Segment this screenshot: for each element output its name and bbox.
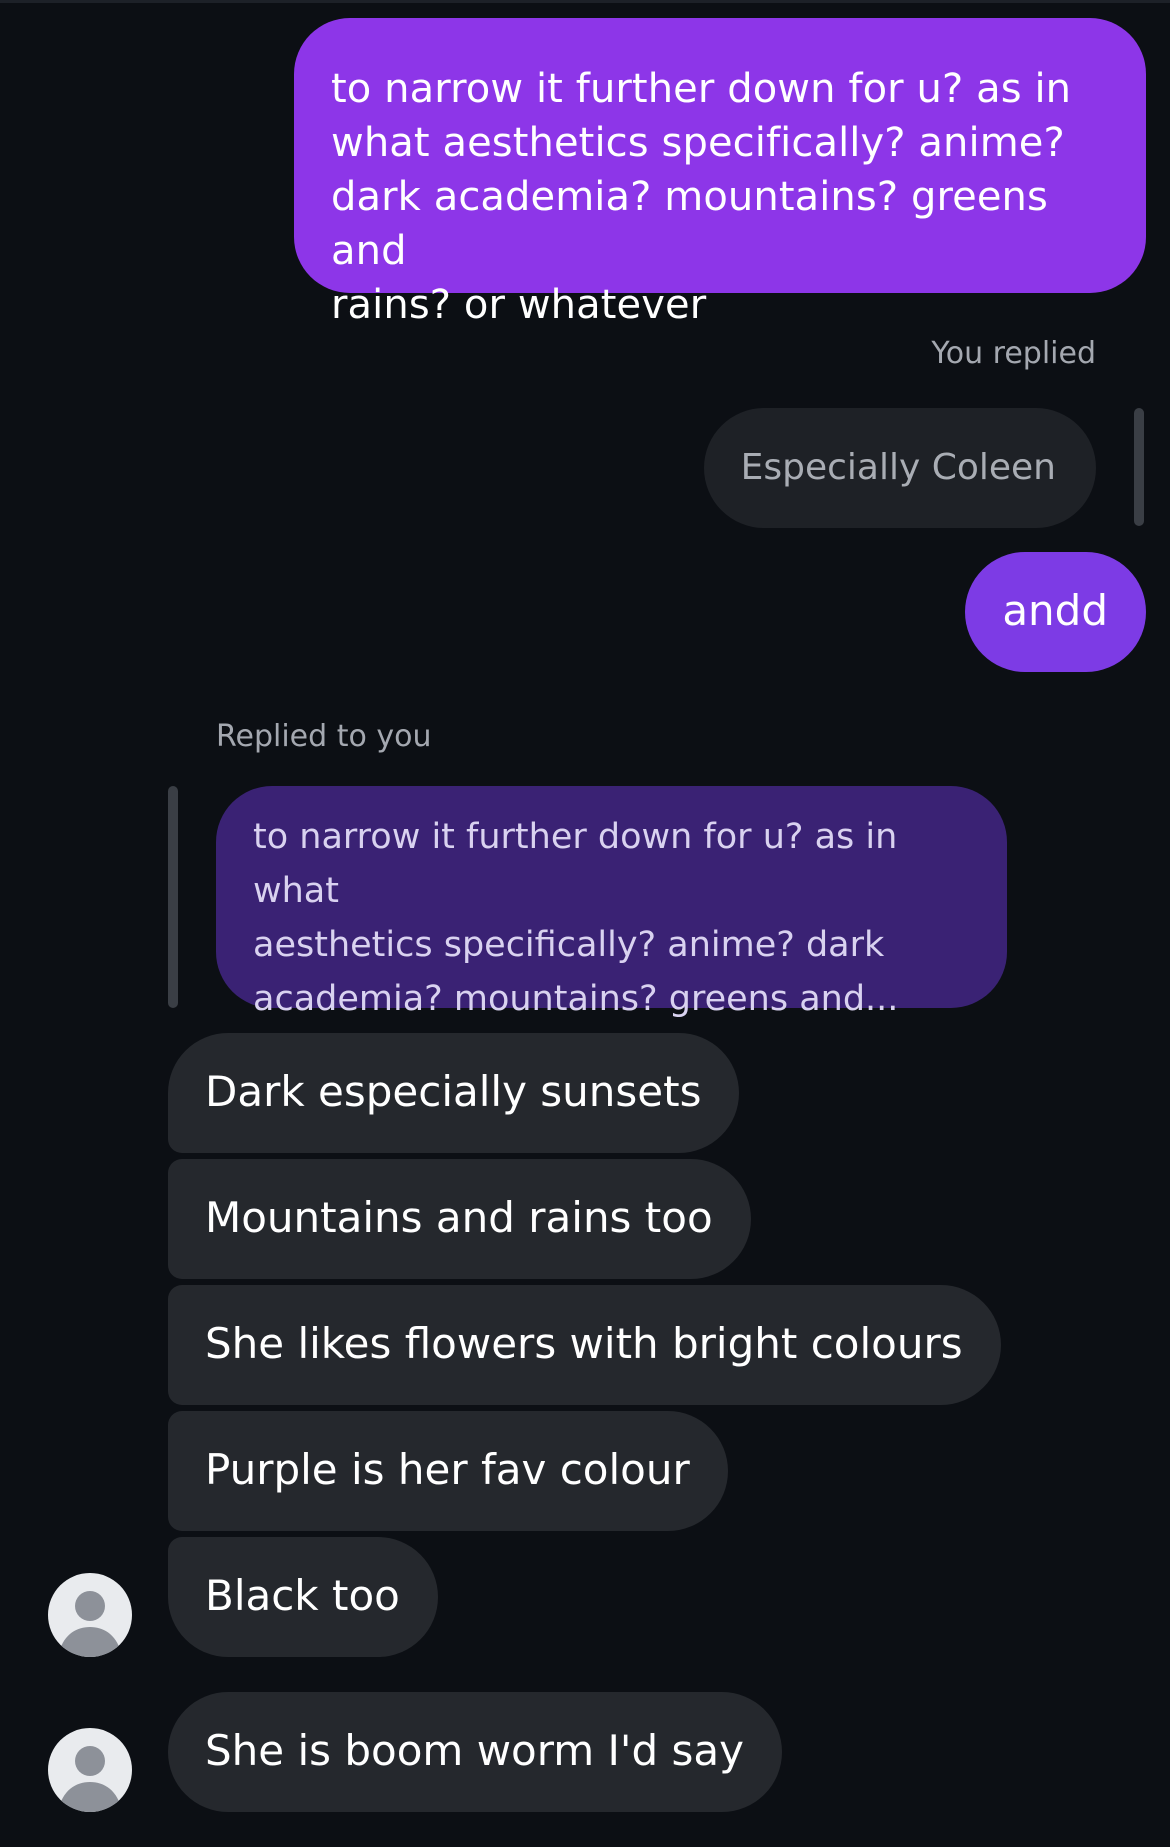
top-divider xyxy=(0,0,1170,3)
reply-quote-bubble[interactable]: Especially Coleen xyxy=(703,408,1096,528)
sent-message-line: what aesthetics specifically? anime? xyxy=(331,120,1065,166)
received-message-bubble[interactable]: Dark especially sunsets xyxy=(168,1033,740,1153)
user-avatar-icon[interactable] xyxy=(48,1728,132,1812)
replied-to-you-label: Replied to you xyxy=(216,719,432,754)
sent-message-line: rains? or whatever xyxy=(331,282,707,328)
reply-indicator-bar xyxy=(1134,408,1144,526)
default-user-avatar-icon xyxy=(58,1591,122,1657)
user-avatar-icon[interactable] xyxy=(48,1573,132,1657)
received-message-bubble[interactable]: Purple is her fav colour xyxy=(168,1411,728,1531)
received-message-bubble[interactable]: She likes flowers with bright colours xyxy=(168,1285,1001,1405)
received-message-bubble[interactable]: She is boom worm I'd say xyxy=(168,1692,782,1812)
quoted-message-bubble[interactable]: to narrow it further down for u? as in w… xyxy=(216,786,1007,1073)
received-message-bubble[interactable]: Black too xyxy=(168,1537,438,1657)
you-replied-label: You replied xyxy=(931,336,1096,371)
sent-message-bubble[interactable]: to narrow it further down for u? as in w… xyxy=(294,18,1146,328)
quoted-message-line: to narrow it further down for u? as in w… xyxy=(253,817,898,911)
received-message-bubble[interactable]: Mountains and rains too xyxy=(168,1159,751,1279)
default-user-avatar-icon xyxy=(58,1746,122,1812)
quoted-message-line: aesthetics specifically? anime? dark xyxy=(253,925,885,965)
sent-followup-bubble[interactable]: andd xyxy=(965,552,1146,672)
sent-message-line: dark academia? mountains? greens and xyxy=(331,174,1048,274)
sent-message-line: to narrow it further down for u? as in xyxy=(331,66,1072,112)
reply-indicator-bar xyxy=(168,786,178,1008)
